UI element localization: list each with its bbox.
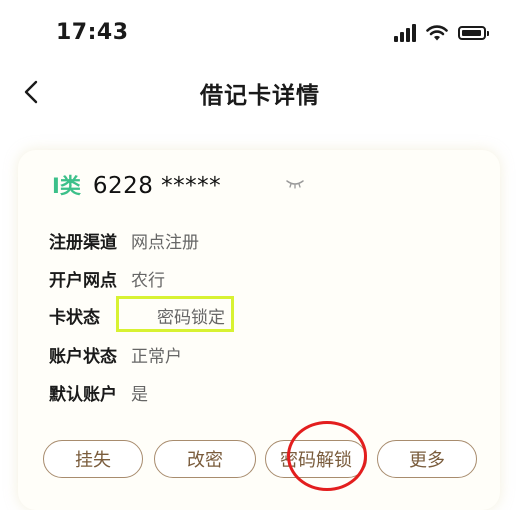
status-bar: 17:43 (0, 0, 520, 64)
closed-eye-icon[interactable] (286, 178, 304, 190)
report-loss-button[interactable]: 挂失 (43, 440, 143, 478)
unlock-password-button[interactable]: 密码解锁 (265, 440, 367, 478)
card-number: 6228 ***** (92, 173, 222, 199)
status-icons (394, 24, 489, 42)
info-value: 正常户 (131, 347, 182, 367)
info-row-card-status: 卡状态 密码锁定 (49, 303, 225, 328)
info-row-branch: 开户网点 农行 (49, 266, 165, 291)
info-label: 开户网点 (49, 271, 117, 291)
more-button[interactable]: 更多 (377, 440, 477, 478)
debit-card-panel: I类 6228 ***** 注册渠道 网点注册 开户网点 农行 卡状态 密码锁定… (18, 150, 500, 510)
info-row-register-channel: 注册渠道 网点注册 (49, 228, 199, 253)
info-label: 注册渠道 (49, 233, 117, 253)
info-row-default-account: 默认账户 是 (49, 380, 148, 405)
info-value: 是 (131, 385, 148, 405)
change-password-button[interactable]: 改密 (154, 440, 256, 478)
battery-icon (458, 26, 489, 40)
status-time: 17:43 (56, 20, 129, 45)
info-label: 默认账户 (49, 385, 117, 405)
info-value: 网点注册 (131, 233, 199, 253)
page-title: 借记卡详情 (200, 83, 320, 109)
info-row-account-status: 账户状态 正常户 (49, 342, 182, 367)
wifi-icon (426, 25, 448, 41)
cellular-signal-icon (394, 24, 416, 42)
nav-bar: 借记卡详情 (0, 70, 520, 116)
info-value: 农行 (131, 271, 165, 291)
card-header: I类 6228 ***** (52, 170, 221, 200)
info-label: 卡状态 (49, 308, 100, 328)
info-label: 账户状态 (49, 347, 117, 367)
info-value: 密码锁定 (157, 308, 225, 328)
card-class-badge: I类 (52, 174, 81, 198)
